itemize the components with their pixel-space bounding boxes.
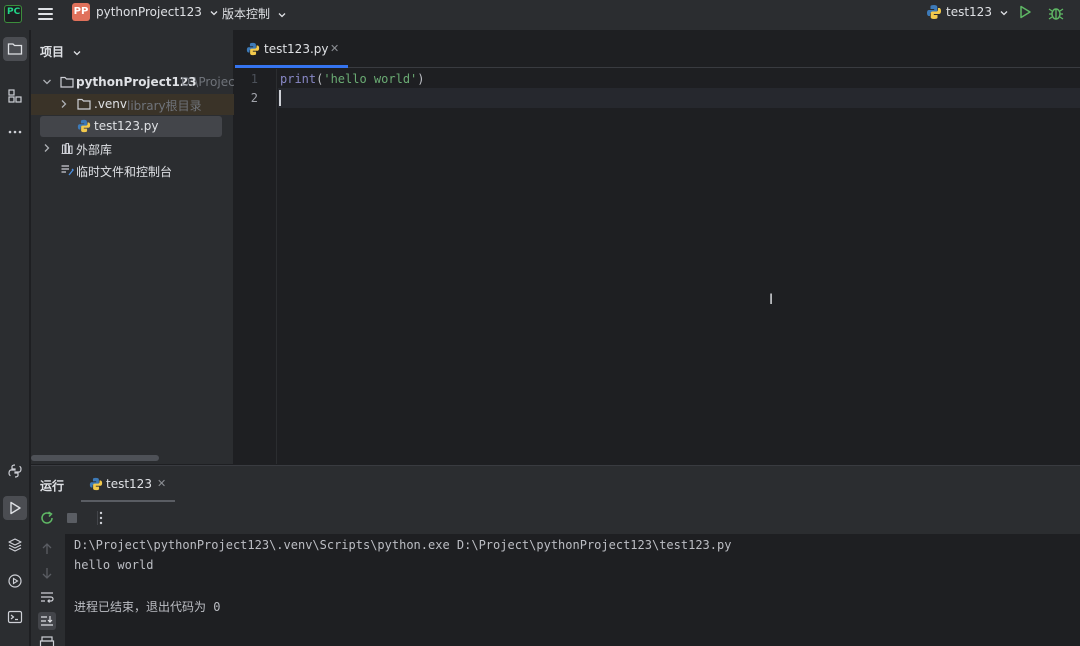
- tree-item-project-root[interactable]: pythonProject123 D:\Project: [31, 72, 234, 93]
- tree-item-label: pythonProject123: [76, 75, 197, 89]
- print-icon[interactable]: [38, 634, 56, 646]
- hamburger-menu-icon[interactable]: [38, 6, 54, 22]
- project-name: pythonProject123: [96, 5, 202, 19]
- title-bar: PC PP pythonProject123 版本控制 test123: [0, 0, 1080, 30]
- chevron-down-icon: [73, 50, 81, 55]
- project-switcher[interactable]: pythonProject123: [96, 5, 219, 19]
- stop-icon[interactable]: [64, 510, 80, 526]
- project-tool-button[interactable]: [3, 37, 27, 61]
- run-config-label: test123: [946, 5, 992, 19]
- debug-icon[interactable]: [1047, 4, 1065, 22]
- chevron-down-icon: [278, 12, 286, 17]
- chevron-down-icon[interactable]: [41, 76, 53, 88]
- tree-item-label: test123.py: [94, 119, 159, 133]
- run-icon: [10, 501, 21, 515]
- tree-item-label: 临时文件和控制台: [76, 165, 173, 179]
- terminal-icon: [7, 610, 23, 624]
- run-panel-header: 运行 test123 ✕: [31, 466, 1080, 502]
- console-line: 进程已结束，退出代码为 0: [74, 600, 221, 614]
- python-icon: [927, 5, 941, 19]
- code-editor[interactable]: print('hello world') I: [278, 69, 1080, 464]
- editor-tab-bar: test123.py ✕: [235, 30, 1080, 68]
- python-file-icon: [77, 119, 91, 133]
- console-output[interactable]: D:\Project\pythonProject123\.venv\Script…: [65, 534, 1080, 646]
- project-panel-title: 项目: [40, 45, 65, 59]
- terminal-tool-button[interactable]: [3, 605, 27, 629]
- python-file-icon: [246, 42, 260, 56]
- run-tool-button[interactable]: [3, 496, 27, 520]
- folder-icon: [77, 98, 91, 110]
- scratch-console-icon: [61, 165, 74, 176]
- project-panel-header[interactable]: 项目: [40, 43, 82, 60]
- python-icon: [89, 477, 103, 491]
- run-config-selector[interactable]: test123: [946, 5, 1009, 19]
- tree-item-label: 外部库: [76, 143, 113, 157]
- line-number: 1: [250, 72, 258, 86]
- chevron-right-icon[interactable]: [41, 142, 53, 154]
- horizontal-scrollbar[interactable]: [31, 455, 159, 461]
- editor-tab-test123-py[interactable]: test123.py ✕: [235, 30, 348, 68]
- run-toolbar: [31, 502, 1080, 534]
- run-panel-title: 运行: [40, 479, 65, 493]
- more-vertical-icon[interactable]: [93, 510, 109, 526]
- tree-item-scratches[interactable]: 临时文件和控制台: [31, 160, 234, 181]
- soft-wrap-icon[interactable]: [38, 588, 56, 606]
- console-line: hello world: [74, 558, 154, 572]
- chevron-right-icon[interactable]: [58, 98, 70, 110]
- arrow-down-icon[interactable]: [38, 564, 56, 582]
- string-literal: 'hello world': [323, 72, 418, 86]
- tree-item-hint: D:\Project: [181, 75, 234, 89]
- run-icon[interactable]: [1017, 4, 1033, 20]
- active-tab-indicator: [235, 65, 348, 68]
- python-packages-tool-button[interactable]: [3, 459, 27, 483]
- layers-tool-button[interactable]: [3, 533, 27, 557]
- line-number: 2: [250, 91, 258, 105]
- more-tool-windows-button[interactable]: [3, 120, 27, 144]
- structure-tool-button[interactable]: [3, 84, 27, 108]
- current-line-highlight: [278, 88, 1080, 108]
- close-icon[interactable]: ✕: [330, 42, 339, 55]
- run-tab-label: test123: [106, 477, 152, 491]
- tree-item-venv[interactable]: .venv library根目录: [31, 94, 234, 115]
- mouse-ibeam-cursor: I: [769, 292, 774, 308]
- vcs-label: 版本控制: [222, 7, 271, 21]
- close-icon[interactable]: ✕: [157, 477, 166, 490]
- tree-item-test123-py[interactable]: test123.py: [40, 116, 222, 137]
- tree-item-label: .venv: [94, 97, 128, 111]
- structure-icon: [8, 89, 22, 103]
- project-folder-icon: [7, 43, 23, 55]
- arrow-up-icon[interactable]: [38, 540, 56, 558]
- tree-item-hint: library根目录: [127, 99, 202, 113]
- pycharm-logo-icon: PC: [4, 5, 22, 23]
- run-panel: 运行 test123 ✕ D:\Project\pythonProject123…: [31, 465, 1080, 646]
- tool-window-strip: [0, 30, 30, 646]
- editor-tab-label: test123.py: [264, 42, 329, 56]
- project-badge[interactable]: PP: [72, 3, 90, 21]
- python-packages-icon: [8, 464, 22, 478]
- vcs-menu[interactable]: 版本控制: [222, 5, 287, 22]
- chevron-down-icon: [210, 10, 218, 15]
- tree-item-external-libraries[interactable]: 外部库: [31, 138, 234, 159]
- folder-icon: [60, 76, 74, 88]
- project-panel: 项目 pythonProject123 D:\Project .venv lib…: [31, 30, 234, 464]
- more-icon: [8, 130, 22, 134]
- code-line: print('hello world'): [280, 72, 425, 86]
- console-line: D:\Project\pythonProject123\.venv\Script…: [74, 538, 732, 552]
- scroll-to-end-icon[interactable]: [38, 612, 56, 630]
- services-icon: [8, 574, 22, 588]
- chevron-down-icon: [1000, 10, 1008, 15]
- text-caret: [279, 90, 281, 106]
- run-side-toolbar: [31, 534, 65, 646]
- layers-icon: [8, 538, 22, 552]
- rerun-icon[interactable]: [39, 510, 55, 526]
- run-tab-test123[interactable]: test123 ✕: [81, 466, 175, 502]
- line-number-gutter: 1 2: [235, 69, 277, 464]
- builtin-print: print: [280, 72, 317, 86]
- services-tool-button[interactable]: [3, 569, 27, 593]
- library-icon: [61, 142, 73, 155]
